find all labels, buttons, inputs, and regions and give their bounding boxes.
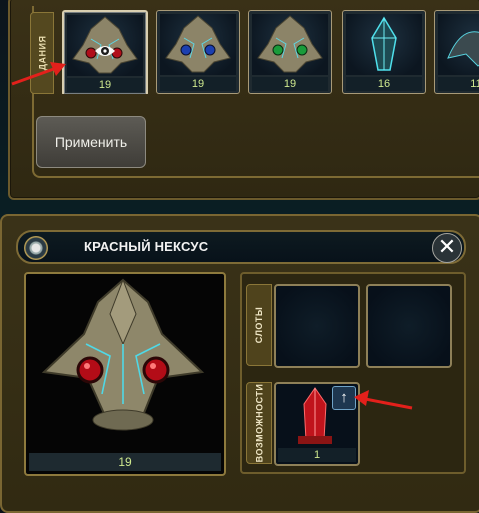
- building-card-blue-nexus[interactable]: 19: [156, 10, 240, 94]
- buildings-tab[interactable]: ДАНИЯ: [30, 12, 54, 94]
- upgrade-arrow-icon[interactable]: ↑: [332, 386, 356, 410]
- building-type-icon: [24, 236, 48, 260]
- building-card-green-nexus[interactable]: 19: [248, 10, 332, 94]
- building-level: 19: [29, 453, 221, 471]
- building-count: 19: [252, 77, 328, 91]
- building-count: 19: [67, 78, 143, 92]
- building-card-crystal-shard[interactable]: 16: [342, 10, 426, 94]
- title-bar: КРАСНЫЙ НЕКСУС ✕: [16, 230, 466, 264]
- empty-slot-2[interactable]: [366, 284, 452, 368]
- abilities-label: ВОЗМОЖНОСТИ: [254, 383, 265, 463]
- building-count: 16: [346, 77, 422, 91]
- ability-slot-red-crystal[interactable]: ↑ 1: [274, 382, 360, 466]
- red-nexus-thumb: [67, 15, 143, 76]
- building-count: 11: [438, 77, 479, 91]
- empty-slot-1[interactable]: [274, 284, 360, 368]
- close-button[interactable]: ✕: [432, 233, 462, 263]
- alien-creature-thumb: [438, 14, 479, 75]
- buildings-tab-label: ДАНИЯ: [37, 35, 48, 71]
- building-count: 19: [160, 77, 236, 91]
- abilities-section-label: ВОЗМОЖНОСТИ: [246, 382, 272, 464]
- green-nexus-thumb: [252, 14, 328, 75]
- apply-button[interactable]: Применить: [36, 116, 146, 168]
- building-list: 19 19 19 16 11: [60, 10, 479, 94]
- red-nexus-large-icon: [41, 278, 205, 431]
- building-preview: 19: [24, 272, 226, 476]
- blue-nexus-thumb: [160, 14, 236, 75]
- slots-label: СЛОТЫ: [254, 306, 264, 344]
- crystal-shard-thumb: [346, 14, 422, 75]
- ability-count: 1: [278, 448, 356, 462]
- slots-section-label: СЛОТЫ: [246, 284, 272, 366]
- building-card-alien-creature[interactable]: 11: [434, 10, 479, 94]
- building-card-red-nexus[interactable]: 19: [62, 10, 148, 94]
- panel-title: КРАСНЫЙ НЕКСУС: [84, 239, 209, 254]
